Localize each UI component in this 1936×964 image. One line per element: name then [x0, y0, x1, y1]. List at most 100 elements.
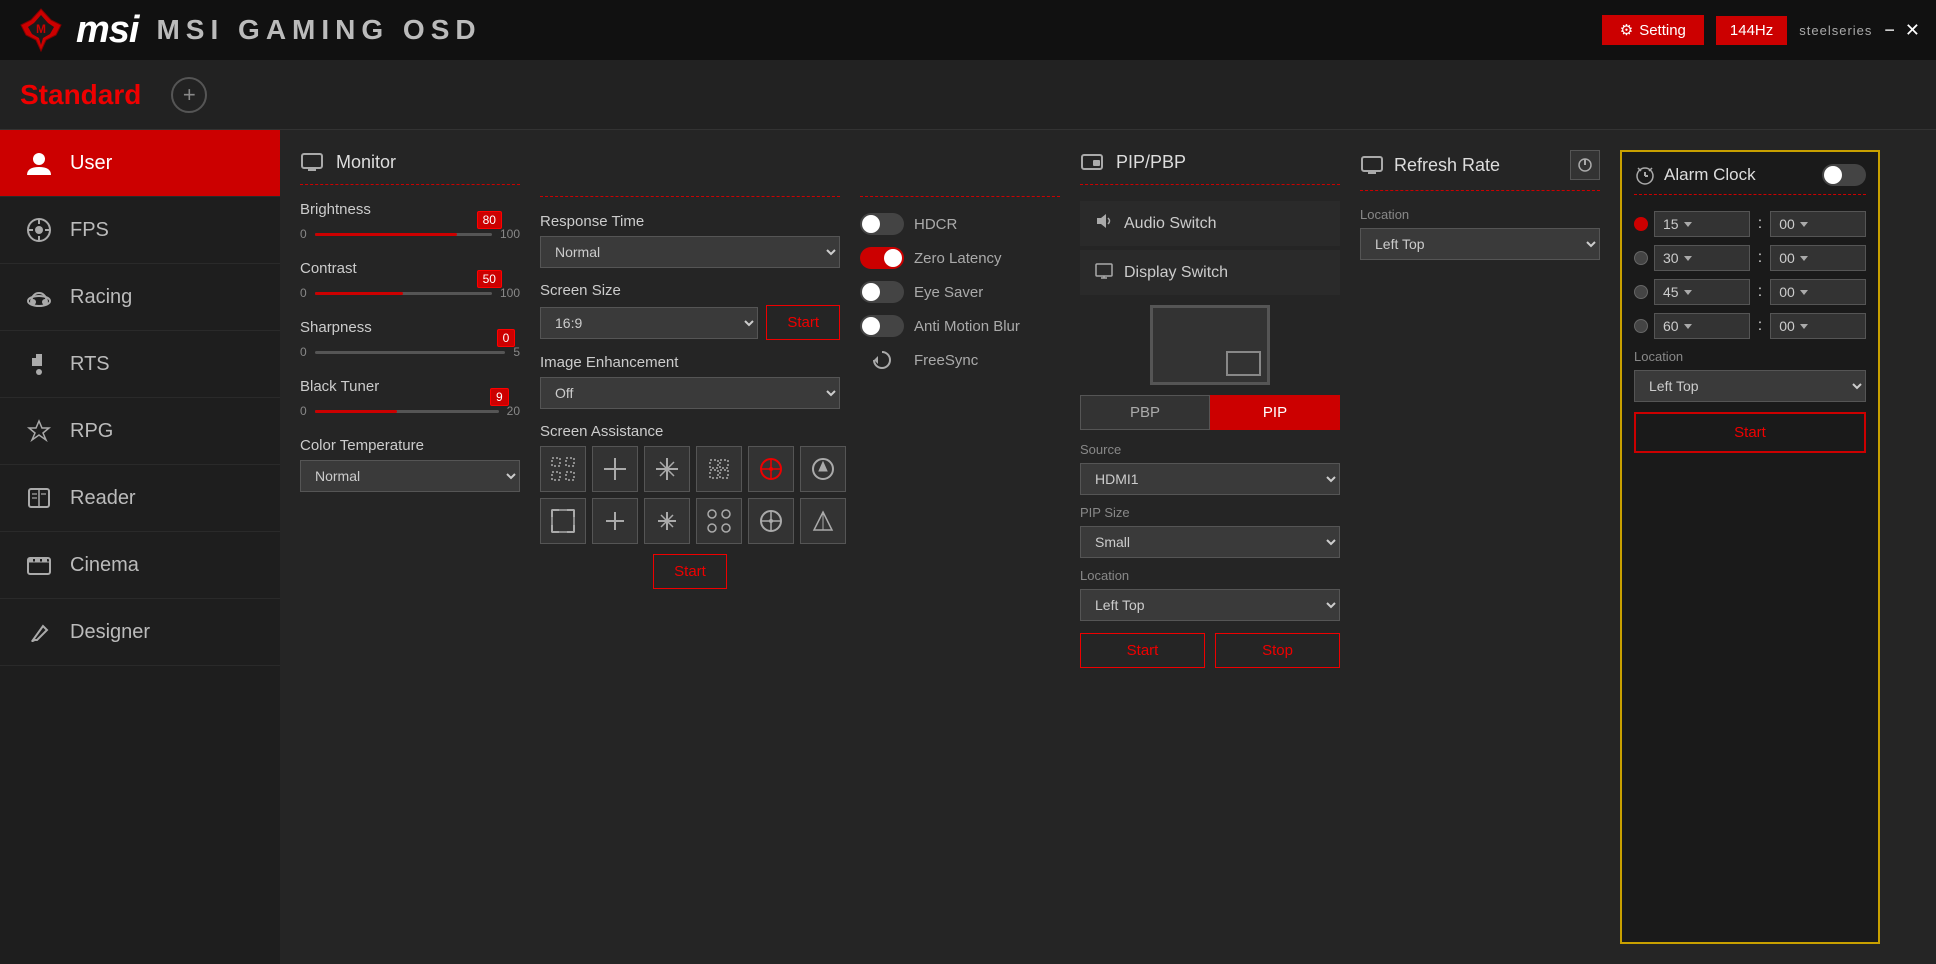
pip-source-select[interactable]: HDMI1 HDMI2 DisplayPort — [1080, 463, 1340, 495]
assist-btn-5[interactable] — [748, 446, 794, 492]
sidebar-label-designer: Designer — [70, 621, 150, 644]
pip-tab[interactable]: PIP — [1210, 395, 1340, 430]
color-temp-section: Color Temperature Normal Warm Cool Custo… — [300, 437, 520, 492]
assist-btn-2[interactable] — [592, 446, 638, 492]
contrast-row: 0 50 100 — [300, 283, 520, 303]
sharpness-value: 0 — [497, 329, 516, 347]
alarm-minutes-2: 00 — [1779, 250, 1795, 266]
assist-btn-10[interactable] — [696, 498, 742, 544]
msi-logo: M — [16, 5, 66, 55]
black-tuner-slider[interactable]: 9 — [315, 401, 499, 421]
pip-source-section: Source HDMI1 HDMI2 DisplayPort — [1080, 442, 1340, 495]
assist-btn-4[interactable] — [696, 446, 742, 492]
pbp-tab[interactable]: PBP — [1080, 395, 1210, 430]
screen-assistance-start-button[interactable]: Start — [653, 554, 727, 589]
user-icon — [24, 148, 54, 178]
zero-latency-toggle[interactable] — [860, 247, 904, 269]
close-button[interactable]: ✕ — [1905, 20, 1920, 41]
response-time-select[interactable]: Normal Fast Fastest — [540, 236, 840, 268]
sidebar-item-cinema[interactable]: Cinema — [0, 532, 280, 599]
assist-btn-11[interactable] — [748, 498, 794, 544]
anti-motion-blur-toggle[interactable] — [860, 315, 904, 337]
alarm-minutes-4: 00 — [1779, 318, 1795, 334]
contrast-value: 50 — [477, 270, 502, 288]
sidebar-item-user[interactable]: User — [0, 130, 280, 197]
pip-location-section: Location Left Top Right Top Left Bottom … — [1080, 568, 1340, 621]
assist-btn-9[interactable] — [644, 498, 690, 544]
black-tuner-value: 9 — [490, 388, 509, 406]
brightness-max: 100 — [500, 227, 520, 241]
image-enhancement-select[interactable]: Off Low Medium High Strongest — [540, 377, 840, 409]
hz-button[interactable]: 144Hz — [1716, 16, 1787, 45]
alarm-dot-1[interactable] — [1634, 217, 1648, 231]
settings-icon: ⚙ — [1620, 21, 1633, 39]
minimize-button[interactable]: − — [1884, 20, 1895, 41]
alarm-hours-3: 45 — [1663, 284, 1679, 300]
alarm-min-dropdown-icon-2[interactable] — [1797, 251, 1811, 265]
add-profile-button[interactable]: + — [171, 77, 207, 113]
pip-stop-button[interactable]: Stop — [1215, 633, 1340, 668]
refresh-rate-panel: Refresh Rate Location Left Top Right Top… — [1360, 150, 1600, 944]
brightness-row: 0 80 100 — [300, 224, 520, 244]
sharpness-slider[interactable]: 0 — [315, 342, 506, 362]
alarm-row-4: 60 : 00 — [1634, 313, 1866, 339]
sidebar-item-designer[interactable]: Designer — [0, 599, 280, 666]
alarm-time-1: 15 — [1654, 211, 1750, 237]
reader-icon — [24, 483, 54, 513]
eye-saver-toggle[interactable] — [860, 281, 904, 303]
refresh-location-select[interactable]: Left Top Right Top Left Bottom Right Bot… — [1360, 228, 1600, 260]
eye-saver-label: Eye Saver — [914, 284, 983, 301]
hdcr-toggle[interactable] — [860, 213, 904, 235]
alarm-dropdown-icon-4[interactable] — [1681, 319, 1695, 333]
contrast-slider[interactable]: 50 — [315, 283, 492, 303]
alarm-dot-4[interactable] — [1634, 319, 1648, 333]
refresh-header-left: Refresh Rate — [1360, 153, 1500, 177]
assist-btn-12[interactable] — [800, 498, 846, 544]
alarm-title-row: Alarm Clock — [1634, 164, 1756, 186]
assist-btn-8[interactable] — [592, 498, 638, 544]
alarm-min-dropdown-icon-4[interactable] — [1797, 319, 1811, 333]
pip-pbp-tabs: PBP PIP — [1080, 395, 1340, 430]
sidebar-item-rpg[interactable]: RPG — [0, 398, 280, 465]
sidebar-label-racing: Racing — [70, 286, 132, 309]
screen-size-start-button[interactable]: Start — [766, 305, 840, 340]
refresh-power-button[interactable] — [1570, 150, 1600, 180]
sidebar-item-fps[interactable]: FPS — [0, 197, 280, 264]
alarm-location-select[interactable]: Left Top Right Top Left Bottom Right Bot… — [1634, 370, 1866, 402]
assist-btn-3[interactable] — [644, 446, 690, 492]
alarm-time-4: 60 — [1654, 313, 1750, 339]
sidebar-item-rts[interactable]: RTS — [0, 331, 280, 398]
sidebar: User FPS Racing RTS RPG — [0, 130, 280, 964]
assist-btn-6[interactable] — [800, 446, 846, 492]
display-switch-item[interactable]: Display Switch — [1080, 250, 1340, 295]
audio-switch-item[interactable]: Audio Switch — [1080, 201, 1340, 246]
zero-latency-row: Zero Latency — [860, 247, 1060, 269]
pip-size-select[interactable]: Small Medium Large — [1080, 526, 1340, 558]
assist-btn-1[interactable] — [540, 446, 586, 492]
alarm-clock-icon — [1634, 164, 1656, 186]
setting-button[interactable]: ⚙ Setting — [1602, 15, 1704, 45]
alarm-dropdown-icon-3[interactable] — [1681, 285, 1695, 299]
brightness-slider[interactable]: 80 — [315, 224, 492, 244]
color-temp-select[interactable]: Normal Warm Cool Custom — [300, 460, 520, 492]
alarm-toggle[interactable] — [1822, 164, 1866, 186]
response-divider — [540, 196, 840, 197]
alarm-min-dropdown-icon-3[interactable] — [1797, 285, 1811, 299]
eye-saver-row: Eye Saver — [860, 281, 1060, 303]
contrast-min: 0 — [300, 286, 307, 300]
alarm-dropdown-icon-2[interactable] — [1681, 251, 1695, 265]
alarm-title-text: Alarm Clock — [1664, 165, 1756, 185]
monitor-panel: Monitor Brightness 0 80 100 — [300, 150, 520, 944]
screen-size-select[interactable]: 16:9 4:3 Auto — [540, 307, 758, 339]
alarm-start-button[interactable]: Start — [1634, 412, 1866, 453]
alarm-row-3: 45 : 00 — [1634, 279, 1866, 305]
sidebar-item-reader[interactable]: Reader — [0, 465, 280, 532]
sidebar-item-racing[interactable]: Racing — [0, 264, 280, 331]
alarm-min-dropdown-icon-1[interactable] — [1797, 217, 1811, 231]
assist-btn-7[interactable] — [540, 498, 586, 544]
alarm-dropdown-icon-1[interactable] — [1681, 217, 1695, 231]
alarm-dot-3[interactable] — [1634, 285, 1648, 299]
alarm-dot-2[interactable] — [1634, 251, 1648, 265]
pip-start-button[interactable]: Start — [1080, 633, 1205, 668]
pip-location-select[interactable]: Left Top Right Top Left Bottom Right Bot… — [1080, 589, 1340, 621]
